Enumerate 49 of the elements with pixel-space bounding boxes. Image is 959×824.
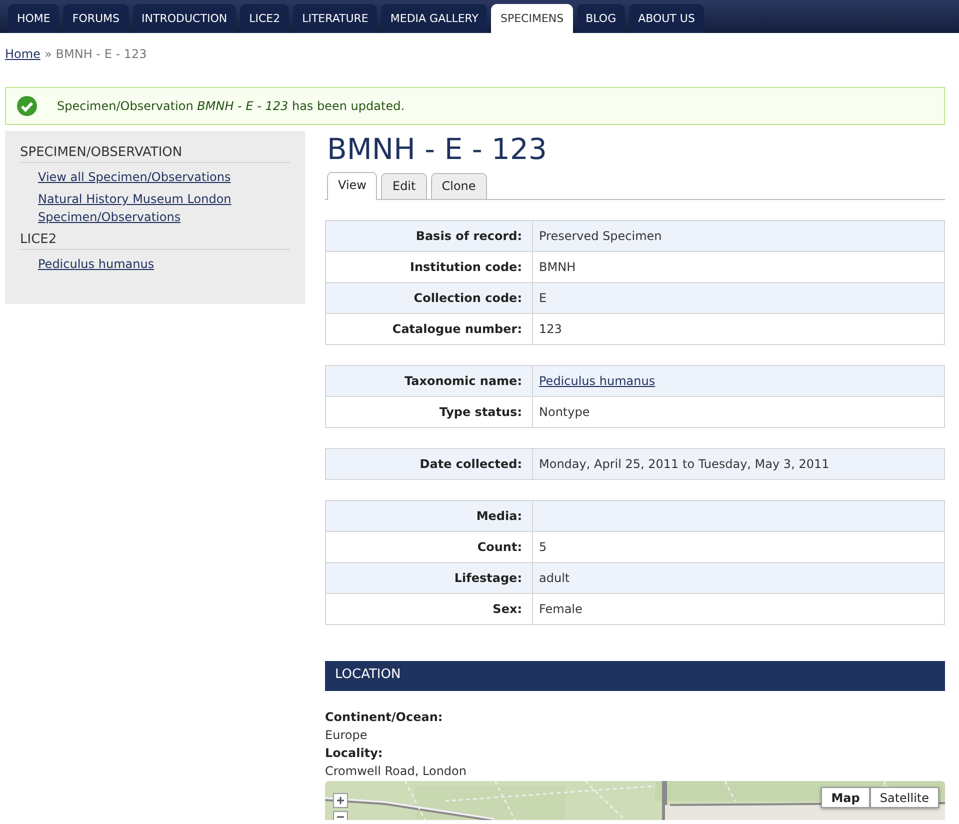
nav-tab[interactable]: LITERATURE: [293, 4, 378, 33]
nav-tab[interactable]: FORUMS: [63, 4, 129, 33]
nav-tab[interactable]: SPECIMENS: [491, 4, 573, 33]
field-value: Female: [532, 594, 944, 624]
tab[interactable]: Edit: [381, 173, 427, 199]
field-link[interactable]: Pediculus humanus: [539, 374, 656, 388]
sidebar-link[interactable]: View all Specimen/Observations: [38, 168, 231, 186]
nav-tab[interactable]: INTRODUCTION: [132, 4, 236, 33]
nav-tab[interactable]: HOME: [8, 4, 60, 33]
field-label: Locality:: [325, 745, 384, 762]
field-label: Date collected:: [326, 448, 532, 480]
sidebar-link[interactable]: Natural History Museum London Specimen/Observations: [38, 190, 290, 226]
nav-tab[interactable]: MEDIA GALLERY: [381, 4, 488, 33]
status-message: Specimen/Observation BMNH - E - 123 has been updated.: [57, 99, 405, 113]
breadcrumb-link[interactable]: Home: [5, 47, 40, 66]
nav-tab[interactable]: ABOUT US: [629, 4, 704, 33]
sidebar-link[interactable]: Pediculus humanus: [38, 255, 154, 273]
check-icon: [17, 96, 37, 116]
breadcrumb-current: BMNH - E - 123: [56, 47, 147, 63]
nav-tab[interactable]: LICE2: [240, 4, 290, 33]
field-label: Catalogue number:: [326, 314, 532, 344]
map-type-button[interactable]: Map: [821, 787, 870, 808]
field-label: Taxonomic name:: [326, 366, 532, 396]
breadcrumb-separator: »: [44, 47, 52, 63]
map-type-button[interactable]: Satellite: [870, 787, 939, 808]
field-value: E: [532, 282, 944, 314]
nav-tab[interactable]: BLOG: [576, 4, 626, 33]
field-value: Monday, April 25, 2011 to Tuesday, May 3, 2011: [532, 448, 944, 480]
sidebar-heading: SPECIMEN/OBSERVATION: [20, 145, 290, 163]
field-label: Type status:: [326, 396, 532, 428]
section-header: LOCATION: [325, 661, 945, 691]
sidebar-heading: LICE2: [20, 232, 290, 250]
field-value: 123: [532, 314, 944, 344]
page-title: BMNH - E - 123: [327, 131, 548, 168]
field-value: adult: [532, 562, 944, 594]
field-label: Sex:: [326, 594, 532, 624]
field-value: Nontype: [532, 396, 944, 428]
field-value: Europe: [325, 727, 368, 744]
field-value: Preserved Specimen: [532, 220, 944, 252]
field-label: Basis of record:: [326, 220, 532, 252]
field-label: Collection code:: [326, 282, 532, 314]
field-label: Lifestage:: [326, 562, 532, 594]
zoom-out-icon[interactable]: [333, 811, 348, 820]
tab[interactable]: View: [327, 172, 378, 200]
tab[interactable]: Clone: [430, 173, 487, 199]
field-value: Cromwell Road, London: [325, 763, 468, 780]
field-label: Media:: [326, 500, 532, 532]
zoom-in-icon[interactable]: [333, 793, 348, 808]
field-label: Continent/Ocean:: [325, 709, 444, 726]
